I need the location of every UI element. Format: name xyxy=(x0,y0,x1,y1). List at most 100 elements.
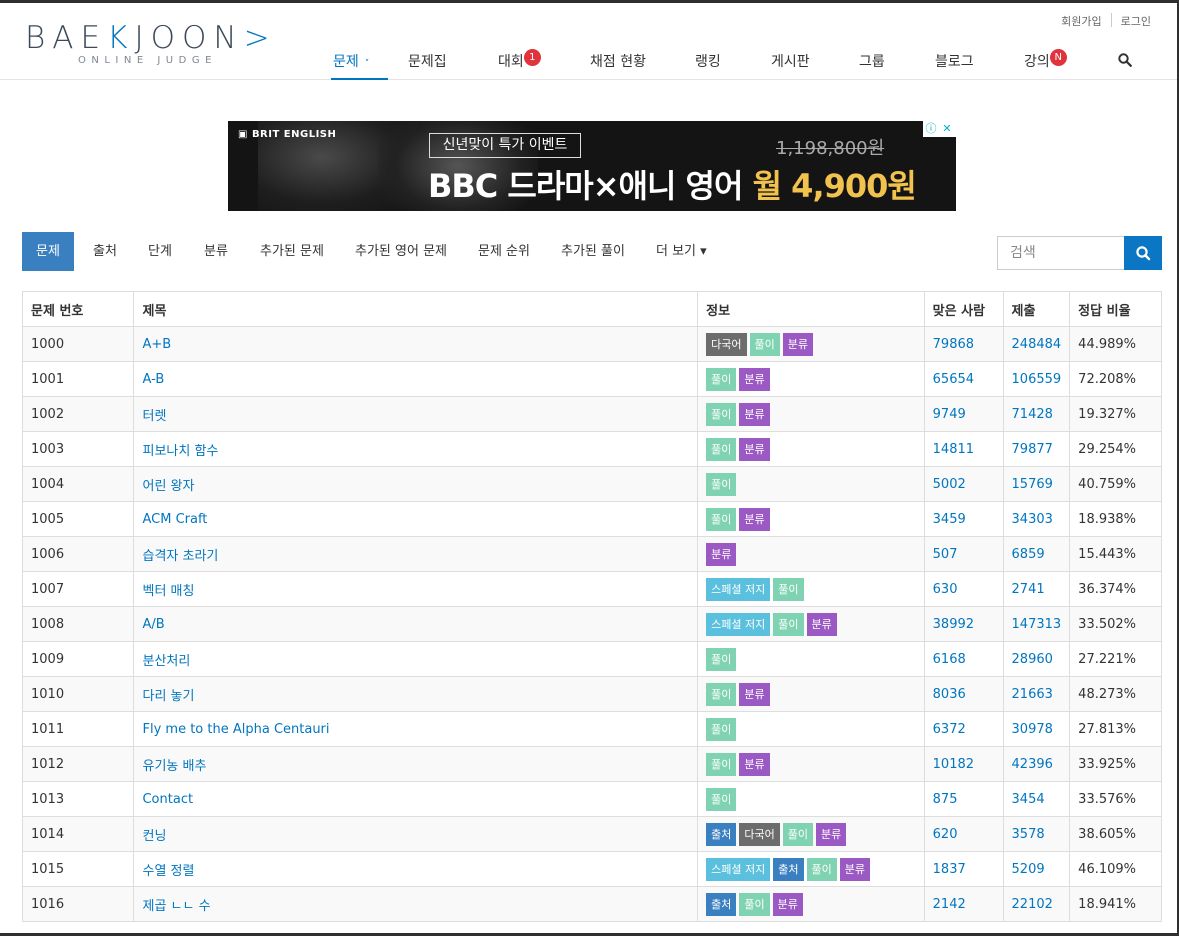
col-header-id[interactable]: 문제 번호 xyxy=(21,291,135,327)
info-tag[interactable]: 풀이 xyxy=(706,752,737,776)
cell-problem-title-text[interactable]: 터렛 xyxy=(142,409,166,424)
info-tag[interactable]: 분류 xyxy=(806,612,837,636)
info-tag[interactable]: 분류 xyxy=(706,542,737,566)
info-tag[interactable]: 분류 xyxy=(739,682,770,706)
nav-item-blog[interactable]: 블로그 xyxy=(935,51,974,71)
tab-more-dropdown[interactable]: 더 보기 ▾ xyxy=(656,232,707,271)
search-icon[interactable] xyxy=(1118,53,1132,71)
tab-sources[interactable]: 출처 xyxy=(93,232,117,271)
cell-submit-count-text[interactable]: 71428 xyxy=(1012,407,1053,422)
tab-added-solutions[interactable]: 추가된 풀이 xyxy=(561,232,625,271)
info-tag[interactable]: 풀이 xyxy=(706,717,737,741)
tab-categories[interactable]: 분류 xyxy=(204,232,228,271)
nav-item-status[interactable]: 채점 현황 xyxy=(590,51,646,71)
info-tag[interactable]: 풀이 xyxy=(706,402,737,426)
info-tag[interactable]: 스페셜 저지 xyxy=(706,612,771,636)
info-tag[interactable]: 분류 xyxy=(739,507,770,531)
cell-solved-count-text[interactable]: 5002 xyxy=(933,477,966,492)
info-tag[interactable]: 분류 xyxy=(772,892,803,916)
cell-submit-count-text[interactable]: 15769 xyxy=(1012,477,1053,492)
tab-problem-ranking[interactable]: 문제 순위 xyxy=(478,232,530,271)
info-tag[interactable]: 풀이 xyxy=(773,612,804,636)
info-tag[interactable]: 분류 xyxy=(739,402,770,426)
info-tag[interactable]: 출처 xyxy=(773,857,804,881)
cell-solved-count-text[interactable]: 507 xyxy=(933,547,958,562)
info-tag[interactable]: 풀이 xyxy=(739,892,770,916)
cell-submit-count-text[interactable]: 106559 xyxy=(1012,372,1062,387)
cell-solved-count-text[interactable]: 2142 xyxy=(933,897,966,912)
cell-problem-title-text[interactable]: 피보나치 함수 xyxy=(142,444,218,459)
search-input[interactable] xyxy=(997,236,1124,270)
cell-problem-title-text[interactable]: 어린 왕자 xyxy=(142,479,194,494)
nav-item-board[interactable]: 게시판 xyxy=(771,51,810,71)
cell-submit-count-text[interactable]: 42396 xyxy=(1012,757,1053,772)
nav-item-problems[interactable]: 문제 ˅ xyxy=(333,51,369,71)
cell-problem-title-text[interactable]: ACM Craft xyxy=(142,512,207,527)
info-tag[interactable]: 분류 xyxy=(816,822,847,846)
advertisement-banner[interactable]: ▣ BRIT ENGLISH 신년맞이 특가 이벤트 1,198,800원 BB… xyxy=(228,121,956,211)
col-header-title[interactable]: 제목 xyxy=(133,291,699,327)
cell-submit-count-text[interactable]: 2741 xyxy=(1012,582,1045,597)
info-tag[interactable]: 출처 xyxy=(706,822,737,846)
signup-link[interactable]: 회원가입 xyxy=(1052,13,1110,29)
info-tag[interactable]: 출처 xyxy=(706,892,737,916)
cell-submit-count-text[interactable]: 147313 xyxy=(1012,617,1062,632)
info-tag[interactable]: 풀이 xyxy=(706,437,737,461)
col-header-solved[interactable]: 맞은 사람 xyxy=(923,291,1004,327)
cell-problem-title-text[interactable]: A/B xyxy=(142,617,164,632)
cell-solved-count-text[interactable]: 6168 xyxy=(933,652,966,667)
info-tag[interactable]: 풀이 xyxy=(782,822,814,846)
info-tag[interactable]: 풀이 xyxy=(773,577,804,601)
cell-solved-count-text[interactable]: 8036 xyxy=(933,687,966,702)
nav-item-lectures[interactable]: 강의 N xyxy=(1024,49,1067,72)
ad-info-icon[interactable]: ⓘ xyxy=(923,121,939,137)
cell-solved-count-text[interactable]: 6372 xyxy=(933,722,966,737)
cell-solved-count-text[interactable]: 65654 xyxy=(933,372,974,387)
info-tag[interactable]: 스페셜 저지 xyxy=(706,857,771,881)
col-header-ratio[interactable]: 정답 비율 xyxy=(1069,291,1162,327)
info-tag[interactable]: 풀이 xyxy=(706,682,737,706)
info-tag[interactable]: 스페셜 저지 xyxy=(706,577,771,601)
close-icon[interactable]: ✕ xyxy=(939,121,955,137)
info-tag[interactable]: 풀이 xyxy=(706,507,737,531)
cell-problem-title-text[interactable]: A+B xyxy=(142,337,171,352)
info-tag[interactable]: 분류 xyxy=(739,367,770,391)
info-tag[interactable]: 풀이 xyxy=(706,367,737,391)
cell-submit-count-text[interactable]: 30978 xyxy=(1012,722,1053,737)
info-tag[interactable]: 풀이 xyxy=(706,647,737,671)
info-tag[interactable]: 분류 xyxy=(782,332,814,356)
cell-submit-count-text[interactable]: 79877 xyxy=(1012,442,1053,457)
cell-problem-title-text[interactable]: 다리 놓기 xyxy=(142,689,194,704)
cell-submit-count-text[interactable]: 6859 xyxy=(1012,547,1045,562)
cell-problem-title-text[interactable]: 컨닝 xyxy=(142,829,166,844)
info-tag[interactable]: 분류 xyxy=(739,437,770,461)
nav-item-workbooks[interactable]: 문제집 xyxy=(408,51,447,71)
login-link[interactable]: 로그인 xyxy=(1112,13,1160,29)
cell-solved-count-text[interactable]: 79868 xyxy=(933,337,974,352)
cell-solved-count-text[interactable]: 3459 xyxy=(933,512,966,527)
info-tag[interactable]: 풀이 xyxy=(749,332,780,356)
tab-steps[interactable]: 단계 xyxy=(148,232,172,271)
cell-problem-title-text[interactable]: Fly me to the Alpha Centauri xyxy=(142,722,329,737)
cell-problem-title-text[interactable]: A-B xyxy=(142,372,164,387)
cell-submit-count-text[interactable]: 21663 xyxy=(1012,687,1053,702)
nav-item-ranking[interactable]: 랭킹 xyxy=(695,51,721,71)
cell-solved-count-text[interactable]: 1837 xyxy=(933,862,966,877)
cell-solved-count-text[interactable]: 9749 xyxy=(933,407,966,422)
tab-added-problems[interactable]: 추가된 문제 xyxy=(260,232,324,271)
info-tag[interactable]: 분류 xyxy=(839,857,871,881)
info-tag[interactable]: 분류 xyxy=(739,752,770,776)
info-tag[interactable]: 풀이 xyxy=(806,857,837,881)
cell-solved-count-text[interactable]: 38992 xyxy=(933,617,974,632)
nav-item-groups[interactable]: 그룹 xyxy=(859,51,885,71)
cell-solved-count-text[interactable]: 630 xyxy=(933,582,958,597)
cell-problem-title-text[interactable]: 제곱 ㄴㄴ 수 xyxy=(142,899,210,914)
cell-submit-count-text[interactable]: 248484 xyxy=(1012,337,1062,352)
col-header-submit[interactable]: 제출 xyxy=(1002,291,1071,327)
info-tag[interactable]: 풀이 xyxy=(706,472,737,496)
cell-problem-title-text[interactable]: 습격자 초라기 xyxy=(142,549,218,564)
cell-submit-count-text[interactable]: 5209 xyxy=(1012,862,1045,877)
tab-added-english-problems[interactable]: 추가된 영어 문제 xyxy=(355,232,447,271)
cell-submit-count-text[interactable]: 3578 xyxy=(1012,827,1045,842)
info-tag[interactable]: 풀이 xyxy=(706,787,737,811)
